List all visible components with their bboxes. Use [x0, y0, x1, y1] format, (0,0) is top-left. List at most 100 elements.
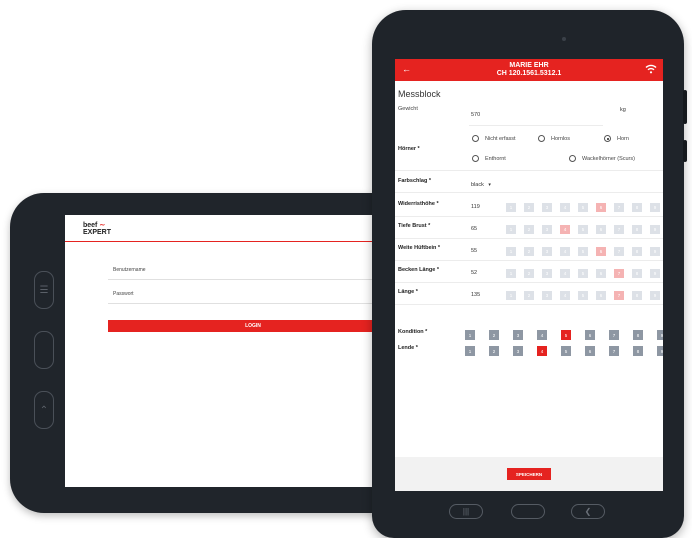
scale-box-8[interactable]: 8 — [633, 346, 643, 356]
lende-scale: 1 2 3 4 5 6 7 8 9 — [465, 346, 663, 356]
scale-box-4[interactable]: 4 — [537, 346, 547, 356]
save-button[interactable]: SPEICHERN — [507, 468, 551, 480]
divider — [395, 216, 663, 217]
measurement-label: Becken Länge * — [398, 267, 439, 273]
radio-nicht-erfasst[interactable]: Nicht erfasst — [472, 135, 516, 142]
radio-scurs[interactable]: Wackelhörner (Scurs) — [569, 155, 635, 162]
measurement-input[interactable]: 135 — [471, 292, 480, 298]
measurement-input[interactable]: 55 — [471, 248, 477, 254]
animal-id: CH 120.1561.5312.1 — [496, 70, 562, 77]
scale-box-9[interactable]: 9 — [650, 203, 660, 212]
scale-box-4[interactable]: 4 — [560, 247, 570, 256]
measurement-scale: 123456789 — [506, 225, 660, 234]
scale-box-5[interactable]: 5 — [578, 203, 588, 212]
scale-box-2[interactable]: 2 — [524, 247, 534, 256]
radio-label: Wackelhörner (Scurs) — [582, 155, 635, 162]
scale-box-5[interactable]: 5 — [578, 225, 588, 234]
measurement-input[interactable]: 119 — [471, 204, 480, 210]
scale-box-2[interactable]: 2 — [524, 269, 534, 278]
radio-label: Horn — [617, 135, 629, 142]
scale-box-4[interactable]: 4 — [560, 269, 570, 278]
scale-box-5[interactable]: 5 — [561, 330, 571, 340]
radio-horn[interactable]: Horn — [604, 135, 629, 142]
scale-box-2[interactable]: 2 — [489, 346, 499, 356]
scale-box-4[interactable]: 4 — [560, 291, 570, 300]
scale-box-1[interactable]: 1 — [465, 330, 475, 340]
scale-box-9[interactable]: 9 — [650, 291, 660, 300]
volume-key — [683, 90, 687, 124]
header-divider — [65, 241, 385, 242]
animal-name: MARIE EHR — [509, 62, 549, 69]
weight-input[interactable]: 570 — [471, 112, 480, 118]
scale-box-1[interactable]: 1 — [506, 247, 516, 256]
scale-box-2[interactable]: 2 — [524, 291, 534, 300]
scale-box-1[interactable]: 1 — [506, 203, 516, 212]
scale-box-8[interactable]: 8 — [632, 203, 642, 212]
scale-box-7[interactable]: 7 — [614, 269, 624, 278]
scale-box-6[interactable]: 6 — [596, 291, 606, 300]
scale-box-3[interactable]: 3 — [513, 346, 523, 356]
scale-box-8[interactable]: 8 — [632, 247, 642, 256]
scale-box-6[interactable]: 6 — [585, 330, 595, 340]
scale-box-5[interactable]: 5 — [578, 269, 588, 278]
scale-box-3[interactable]: 3 — [542, 269, 552, 278]
scale-box-4[interactable]: 4 — [560, 203, 570, 212]
scale-box-4[interactable]: 4 — [560, 225, 570, 234]
tablet-back-key: ⌃ — [34, 391, 54, 429]
scale-box-6[interactable]: 6 — [596, 225, 606, 234]
scale-box-6[interactable]: 6 — [585, 346, 595, 356]
scale-box-5[interactable]: 5 — [561, 346, 571, 356]
measurement-input[interactable]: 65 — [471, 226, 477, 232]
scale-box-7[interactable]: 7 — [609, 330, 619, 340]
scale-box-3[interactable]: 3 — [513, 330, 523, 340]
login-screen: beef ∼ EXPERT Benutzername Passwort LOGI… — [65, 215, 385, 487]
scale-box-8[interactable]: 8 — [632, 225, 642, 234]
scale-box-8[interactable]: 8 — [632, 291, 642, 300]
scale-box-9[interactable]: 9 — [650, 269, 660, 278]
scale-box-1[interactable]: 1 — [506, 269, 516, 278]
scale-box-7[interactable]: 7 — [614, 203, 624, 212]
measurement-label: Länge * — [398, 289, 418, 295]
radio-enthornt[interactable]: Enthornt — [472, 155, 506, 162]
divider — [395, 238, 663, 239]
scale-box-1[interactable]: 1 — [506, 225, 516, 234]
scale-box-7[interactable]: 7 — [609, 346, 619, 356]
scale-box-3[interactable]: 3 — [542, 225, 552, 234]
scale-box-6[interactable]: 6 — [596, 203, 606, 212]
scale-box-5[interactable]: 5 — [578, 247, 588, 256]
scale-box-8[interactable]: 8 — [632, 269, 642, 278]
scale-box-3[interactable]: 3 — [542, 247, 552, 256]
scale-box-3[interactable]: 3 — [542, 203, 552, 212]
front-camera — [562, 37, 566, 41]
password-label: Passwort — [113, 291, 134, 297]
color-select[interactable]: black ▾ — [471, 182, 491, 188]
scale-box-2[interactable]: 2 — [489, 330, 499, 340]
radio-hornlos[interactable]: Hornlos — [538, 135, 570, 142]
scale-box-7[interactable]: 7 — [614, 225, 624, 234]
scale-box-3[interactable]: 3 — [542, 291, 552, 300]
measurement-input[interactable]: 52 — [471, 270, 477, 276]
scale-box-1[interactable]: 1 — [465, 346, 475, 356]
scale-box-2[interactable]: 2 — [524, 225, 534, 234]
kondition-scale: 1 2 3 4 5 6 7 8 9 — [465, 330, 663, 340]
login-button[interactable]: LOGIN — [108, 320, 385, 332]
radio-label: Hornlos — [551, 135, 570, 142]
scale-box-7[interactable]: 7 — [614, 291, 624, 300]
scale-box-9[interactable]: 9 — [650, 247, 660, 256]
back-key: ❮ — [571, 504, 605, 519]
scale-box-1[interactable]: 1 — [506, 291, 516, 300]
scale-box-5[interactable]: 5 — [578, 291, 588, 300]
scale-box-9[interactable]: 9 — [657, 346, 663, 356]
scale-box-7[interactable]: 7 — [614, 247, 624, 256]
scale-box-8[interactable]: 8 — [633, 330, 643, 340]
scale-box-2[interactable]: 2 — [524, 203, 534, 212]
password-input[interactable] — [108, 303, 385, 304]
scale-box-9[interactable]: 9 — [650, 225, 660, 234]
scale-box-4[interactable]: 4 — [537, 330, 547, 340]
color-label: Farbschlag * — [398, 178, 432, 184]
scale-box-9[interactable]: 9 — [657, 330, 663, 340]
scale-box-6[interactable]: 6 — [596, 247, 606, 256]
radio-circle — [569, 155, 576, 162]
scale-box-6[interactable]: 6 — [596, 269, 606, 278]
username-input[interactable] — [108, 279, 385, 280]
